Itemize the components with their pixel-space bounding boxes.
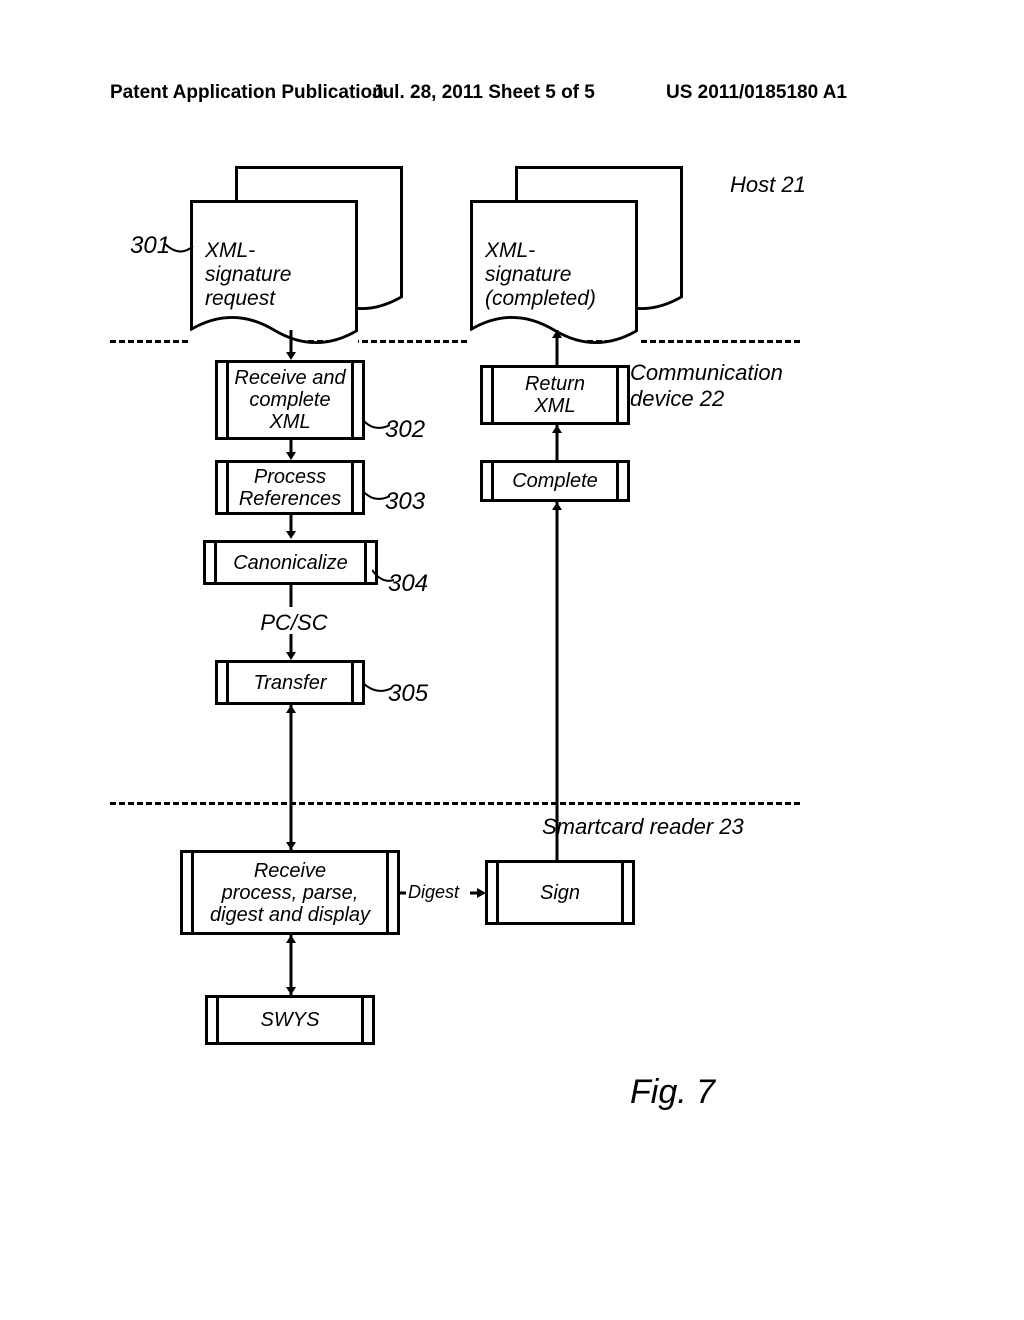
step-complete-label: Complete	[512, 470, 598, 492]
step-process-references: Process References	[215, 460, 365, 515]
leader-305	[362, 678, 392, 698]
step-swys-label: SWYS	[261, 1009, 320, 1031]
step-sign-label: Sign	[540, 882, 580, 904]
step-swys: SWYS	[205, 995, 375, 1045]
step-process-references-label: Process References	[239, 466, 341, 510]
header-right: US 2011/0185180 A1	[666, 82, 847, 104]
arrow-receive-to-process	[286, 440, 296, 462]
layer-reader-label: Smartcard reader 23	[542, 814, 744, 840]
step-canonicalize-label: Canonicalize	[233, 552, 348, 574]
step-transfer: Transfer	[215, 660, 365, 705]
step-return-xml: Return XML	[480, 365, 630, 425]
step-receive-process-label: Receive process, parse, digest and displ…	[210, 860, 370, 926]
arrow-process-to-canon	[286, 515, 296, 541]
ref-305: 305	[388, 680, 428, 708]
leader-303	[362, 486, 390, 506]
figure-7-diagram: Host 21 Communication device 22 Smartcar…	[110, 160, 870, 1140]
step-canonicalize: Canonicalize	[203, 540, 378, 585]
ref-304: 304	[388, 570, 428, 598]
arrow-canon-down	[286, 585, 296, 607]
step-receive-complete-xml-label: Receive and complete XML	[234, 367, 345, 433]
doc-request-front: XML- signature request	[190, 200, 358, 330]
arrow-complete-to-return	[552, 425, 562, 461]
doc-completed-text: XML- signature (completed)	[473, 203, 635, 311]
arrow-return-to-doc	[552, 330, 562, 366]
leader-301	[165, 238, 195, 258]
doc-completed-front: XML- signature (completed)	[470, 200, 638, 330]
leader-304	[372, 568, 394, 588]
doc-request-text: XML- signature request	[193, 203, 355, 311]
step-transfer-label: Transfer	[254, 672, 327, 694]
step-receive-complete-xml: Receive and complete XML	[215, 360, 365, 440]
layer-comm-label: Communication device 22	[630, 360, 783, 412]
divider-comm-reader	[110, 802, 800, 805]
arrow-sign-to-complete	[552, 502, 562, 862]
ref-302: 302	[385, 416, 425, 444]
header-left: Patent Application Publication	[110, 82, 384, 104]
ref-303: 303	[385, 488, 425, 516]
step-sign: Sign	[485, 860, 635, 925]
layer-host-label: Host 21	[730, 172, 806, 198]
arrow-doc-to-receive	[286, 330, 296, 362]
arrow-pcsc-to-transfer	[286, 634, 296, 662]
arrow-receive-to-swys	[286, 935, 296, 995]
arrow-digest-to-sign	[398, 888, 488, 898]
step-return-xml-label: Return XML	[525, 373, 585, 417]
figure-caption: Fig. 7	[630, 1073, 715, 1112]
label-pcsc: PC/SC	[254, 610, 334, 636]
header-mid: Jul. 28, 2011 Sheet 5 of 5	[372, 82, 595, 104]
step-receive-process: Receive process, parse, digest and displ…	[180, 850, 400, 935]
leader-302	[362, 415, 390, 435]
step-complete: Complete	[480, 460, 630, 502]
arrow-transfer-to-reader	[286, 705, 296, 850]
